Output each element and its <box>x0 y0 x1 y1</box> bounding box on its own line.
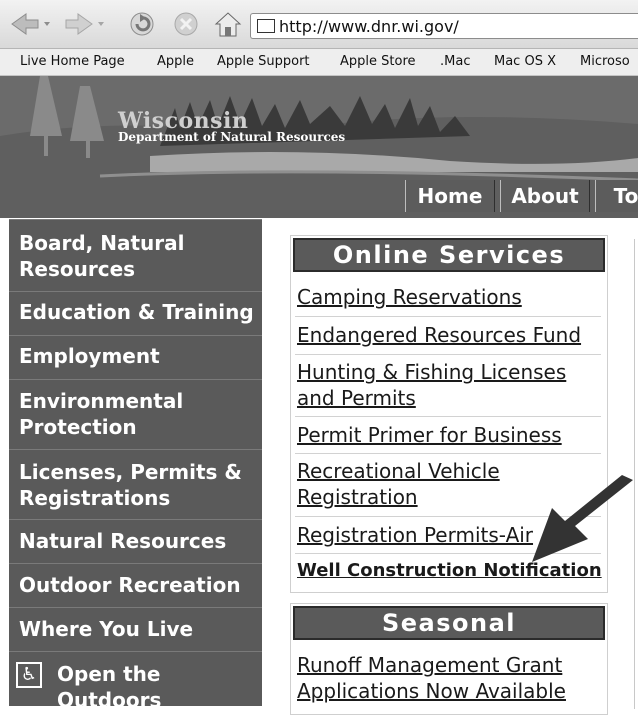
sidebar-item-label: Environmental Protection <box>19 389 184 439</box>
site-banner: Wisconsin Department of Natural Resource… <box>0 76 638 218</box>
bookmarks-bar: Live Home Page Apple Apple Support Apple… <box>0 49 638 76</box>
link-hunting-fishing-licenses[interactable]: Hunting & Fishing Licenses and Permits <box>297 359 603 411</box>
sidebar-item-label: Open the Outdoors <box>57 662 162 706</box>
link-permit-primer[interactable]: Permit Primer for Business <box>297 422 603 448</box>
divider <box>295 354 601 355</box>
link-endangered-resources-fund[interactable]: Endangered Resources Fund <box>297 322 603 348</box>
sidebar-item-licenses-permits[interactable]: Licenses, Permits & Registrations <box>9 449 262 519</box>
url-text: http://www.dnr.wi.gov/ <box>279 17 459 36</box>
stop-icon[interactable] <box>172 10 202 38</box>
link-recreational-vehicle-registration[interactable]: Recreational Vehicle Registration <box>297 458 527 510</box>
bookmark-apple[interactable]: Apple <box>157 54 194 69</box>
sidebar-item-employment[interactable]: Employment <box>9 335 262 379</box>
bookmark-mac-os-x[interactable]: Mac OS X <box>494 54 556 69</box>
bookmark-apple-support[interactable]: Apple Support <box>217 54 310 69</box>
sidebar-item-education-training[interactable]: Education & Training <box>9 291 262 335</box>
browser-toolbar: http://www.dnr.wi.gov/ <box>0 0 638 49</box>
sidebar-item-label: Outdoor Recreation <box>19 573 241 597</box>
reload-icon[interactable] <box>128 10 158 38</box>
sidebar-item-label: Board, Natural Resources <box>19 231 185 281</box>
bookmark-mac[interactable]: .Mac <box>440 54 470 69</box>
site-department-name: Department of Natural Resources <box>118 130 346 144</box>
sidebar-item-outdoor-recreation[interactable]: Outdoor Recreation <box>9 563 262 607</box>
main-content: Online Services Camping Reservations End… <box>263 219 638 715</box>
forward-icon[interactable] <box>62 10 106 38</box>
link-camping-reservations[interactable]: Camping Reservations <box>297 284 603 310</box>
sidebar-item-label: Natural Resources <box>19 529 227 553</box>
seasonal-panel: Seasonal Runoff Management Grant Applica… <box>290 603 608 715</box>
sidebar-item-label: Licenses, Permits & Registrations <box>19 460 242 510</box>
link-runoff-management-grant[interactable]: Runoff Management Grant Applications Now… <box>297 652 577 704</box>
link-well-construction-notification[interactable]: Well Construction Notification <box>297 558 603 584</box>
address-bar[interactable]: http://www.dnr.wi.gov/ <box>250 13 638 39</box>
sidebar-item-where-you-live[interactable]: Where You Live <box>9 607 262 651</box>
page-icon <box>257 19 275 33</box>
online-services-panel: Online Services Camping Reservations End… <box>290 235 608 593</box>
divider <box>295 316 601 317</box>
tab-truncated[interactable]: To <box>595 180 638 212</box>
sidebar-item-open-the-outdoors[interactable]: ♿ Open the Outdoors <box>9 651 262 706</box>
accessibility-icon: ♿ <box>16 662 42 688</box>
sidebar-item-label: Employment <box>19 344 160 368</box>
tab-home[interactable]: Home <box>405 180 495 212</box>
divider <box>295 553 601 554</box>
tab-about[interactable]: About <box>500 180 590 212</box>
seasonal-header: Seasonal <box>293 606 605 640</box>
sidebar-nav: Board, Natural Resources Education & Tra… <box>9 219 262 706</box>
link-registration-permits-air[interactable]: Registration Permits-Air <box>297 522 603 548</box>
bookmark-live-home-page[interactable]: Live Home Page <box>20 54 125 69</box>
divider <box>295 453 601 454</box>
divider <box>295 416 601 417</box>
divider <box>295 516 601 517</box>
back-icon[interactable] <box>8 10 52 38</box>
bookmark-apple-store[interactable]: Apple Store <box>340 54 416 69</box>
sidebar-item-board-natural-resources[interactable]: Board, Natural Resources <box>9 219 262 291</box>
sidebar-item-label: Where You Live <box>19 617 194 641</box>
sidebar-item-environmental-protection[interactable]: Environmental Protection <box>9 379 262 449</box>
divider <box>634 239 635 709</box>
bookmark-microsoft[interactable]: Microso <box>580 54 630 69</box>
sidebar-item-natural-resources[interactable]: Natural Resources <box>9 519 262 563</box>
sidebar-item-label: Education & Training <box>19 300 254 324</box>
online-services-header: Online Services <box>293 238 605 272</box>
home-icon[interactable] <box>212 10 244 38</box>
